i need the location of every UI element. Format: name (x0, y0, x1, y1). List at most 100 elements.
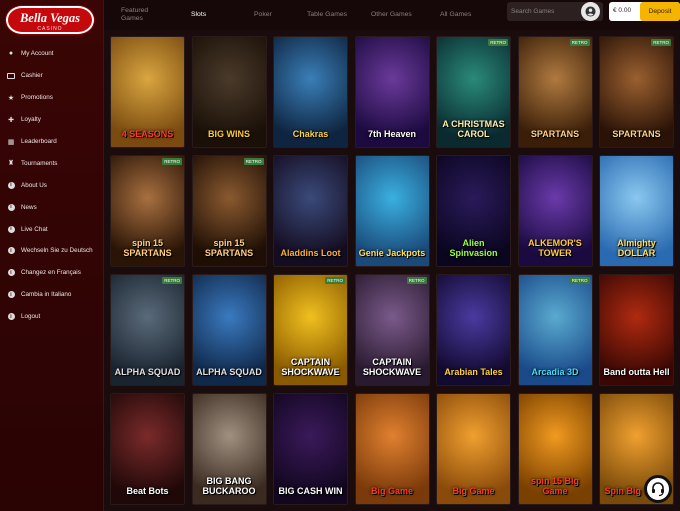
game-tile[interactable]: ALPHA SQUAD (191, 274, 267, 386)
game-title: CAPTAIN SHOCKWAVE (281, 357, 340, 377)
info-icon: i (7, 313, 15, 321)
balance-box: € 0.00 Deposit (609, 2, 680, 21)
game-tile[interactable]: RETRO ALPHA SQUAD (110, 274, 185, 386)
sidebar-item-label: Promotions (21, 94, 53, 102)
game-title: SPARTANS (530, 129, 580, 139)
deposit-button[interactable]: Deposit (640, 2, 680, 21)
sidebar-item-12[interactable]: i Logout (0, 306, 104, 328)
game-tile[interactable]: RETRO SPARTANS (599, 36, 674, 148)
tab-2[interactable]: Poker (254, 0, 294, 30)
logo-sub: CASINO (37, 26, 63, 32)
tab-0[interactable]: Featured Games (121, 0, 167, 30)
game-title: ALKEMOR'S TOWER (528, 238, 582, 258)
sidebar-item-8[interactable]: i Live Chat (0, 218, 104, 240)
retro-badge: RETRO (162, 277, 182, 284)
game-tile[interactable]: RETRO CAPTAIN SHOCKWAVE (273, 274, 348, 386)
headset-icon (652, 482, 664, 497)
sidebar-item-label: Live Chat (21, 225, 48, 233)
star-icon: ★ (7, 94, 15, 102)
game-title: ALPHA SQUAD (114, 367, 181, 377)
game-tile[interactable]: BIG WINS (191, 36, 267, 148)
game-tile[interactable]: Big Game (354, 393, 430, 505)
game-title: A CHRISTMAS CAROL (442, 119, 505, 139)
tab-4[interactable]: Other Games (371, 0, 431, 30)
info-icon: i (7, 291, 15, 299)
game-tile[interactable]: BIG BANG BUCKAROO (191, 393, 267, 505)
game-tile[interactable]: RETRO CAPTAIN SHOCKWAVE (354, 274, 430, 386)
retro-badge: RETRO (651, 39, 671, 46)
sidebar-item-6[interactable]: i About Us (0, 174, 104, 196)
game-title: BIG WINS (208, 129, 250, 139)
sidebar-item-3[interactable]: ✚ Loyalty (0, 109, 104, 131)
sidebar-item-label: Cambia in Italiano (21, 291, 72, 299)
sidebar-item-9[interactable]: i Wechseln Sie zu Deutsch (0, 240, 104, 262)
game-title: Arabian Tales (444, 367, 503, 377)
game-tile[interactable]: RETRO Arcadia 3D (517, 274, 593, 386)
game-tile[interactable]: Genie Jackpots (354, 155, 430, 267)
sidebar-item-2[interactable]: ★ Promotions (0, 87, 104, 109)
sidebar-item-label: Leaderboard (21, 138, 57, 145)
sidebar-item-label: Logout (21, 313, 41, 321)
game-tile[interactable]: Aladdins Loot (273, 155, 348, 267)
card-icon (7, 72, 15, 80)
chart-icon: ▦ (7, 138, 15, 146)
info-icon: i (7, 269, 15, 277)
game-tile[interactable]: Alien Spinvasion (436, 155, 511, 267)
user-icon-button[interactable] (581, 2, 600, 21)
retro-badge: RETRO (325, 277, 345, 284)
game-tile[interactable]: spin 15 Big Game (517, 393, 593, 505)
game-tile[interactable]: Arabian Tales (436, 274, 511, 386)
game-title: Big Game (370, 486, 413, 496)
game-title: Aladdins Loot (280, 248, 341, 258)
tab-5[interactable]: All Games (440, 0, 490, 30)
game-title: Beat Bots (126, 486, 169, 496)
game-title: Arcadia 3D (531, 367, 579, 377)
game-title: Band outta Hell (603, 367, 670, 377)
sidebar-item-4[interactable]: ▦ Leaderboard (0, 131, 104, 153)
game-tile[interactable]: ALKEMOR'S TOWER (517, 155, 593, 267)
top-bar: Featured Games Slots Poker Table Games Other… (104, 0, 680, 30)
game-tile[interactable]: RETRO SPARTANS (517, 36, 593, 148)
retro-badge: RETRO (406, 277, 427, 284)
search-input[interactable] (511, 8, 575, 15)
game-tile[interactable]: RETRO spin 15 SPARTANS (110, 155, 185, 267)
tab-3[interactable]: Table Games (307, 0, 367, 30)
sidebar-item-0[interactable]: ● My Account (0, 43, 104, 65)
live-chat-button[interactable] (644, 475, 672, 503)
game-title: BIG CASH WIN (278, 486, 343, 496)
game-title: Chakras (292, 129, 329, 139)
sidebar-item-7[interactable]: i News (0, 196, 104, 218)
retro-badge: RETRO (243, 158, 264, 165)
game-tile[interactable]: Big Game (436, 393, 511, 505)
game-title: 7th Heaven (367, 129, 417, 139)
game-tile[interactable]: Band outta Hell (599, 274, 674, 386)
game-tile[interactable]: BIG CASH WIN (273, 393, 348, 505)
tab-1[interactable]: Slots (191, 0, 231, 30)
casino-logo[interactable]: Bella Vegas CASINO (6, 6, 94, 34)
game-title: CAPTAIN SHOCKWAVE (362, 357, 422, 377)
sidebar-item-10[interactable]: i Changez en Français (0, 262, 104, 284)
sidebar-item-label: News (21, 203, 37, 211)
game-title: spin 15 SPARTANS (123, 238, 172, 258)
sidebar-nav: ● My Account Cashier ★ Promotions ✚ Loyalty ▦ Le… (0, 43, 104, 328)
sidebar-item-5[interactable]: ♜ Tournaments (0, 152, 104, 174)
game-title: spin 15 SPARTANS (204, 238, 254, 258)
sidebar-item-1[interactable]: Cashier (0, 65, 104, 87)
sidebar-item-11[interactable]: i Cambia in Italiano (0, 284, 104, 306)
sidebar-item-label: About Us (21, 181, 47, 189)
game-tile[interactable]: Almighty DOLLAR (599, 155, 674, 267)
game-title: SPARTANS (612, 129, 661, 139)
retro-badge: RETRO (488, 39, 508, 46)
game-title: BIG BANG BUCKAROO (202, 476, 256, 496)
sidebar-item-label: Changez en Français (21, 269, 81, 277)
game-tile[interactable]: RETRO A CHRISTMAS CAROL (436, 36, 511, 148)
user-icon (585, 6, 596, 17)
game-tile[interactable]: 7th Heaven (354, 36, 430, 148)
info-icon: i (7, 225, 15, 233)
game-tile[interactable]: Chakras (273, 36, 348, 148)
game-tile[interactable]: 4 SEASONS (110, 36, 185, 148)
game-tile[interactable]: RETRO spin 15 SPARTANS (191, 155, 267, 267)
game-tile[interactable]: Beat Bots (110, 393, 185, 505)
retro-badge: RETRO (162, 158, 182, 165)
info-icon: i (7, 203, 15, 211)
